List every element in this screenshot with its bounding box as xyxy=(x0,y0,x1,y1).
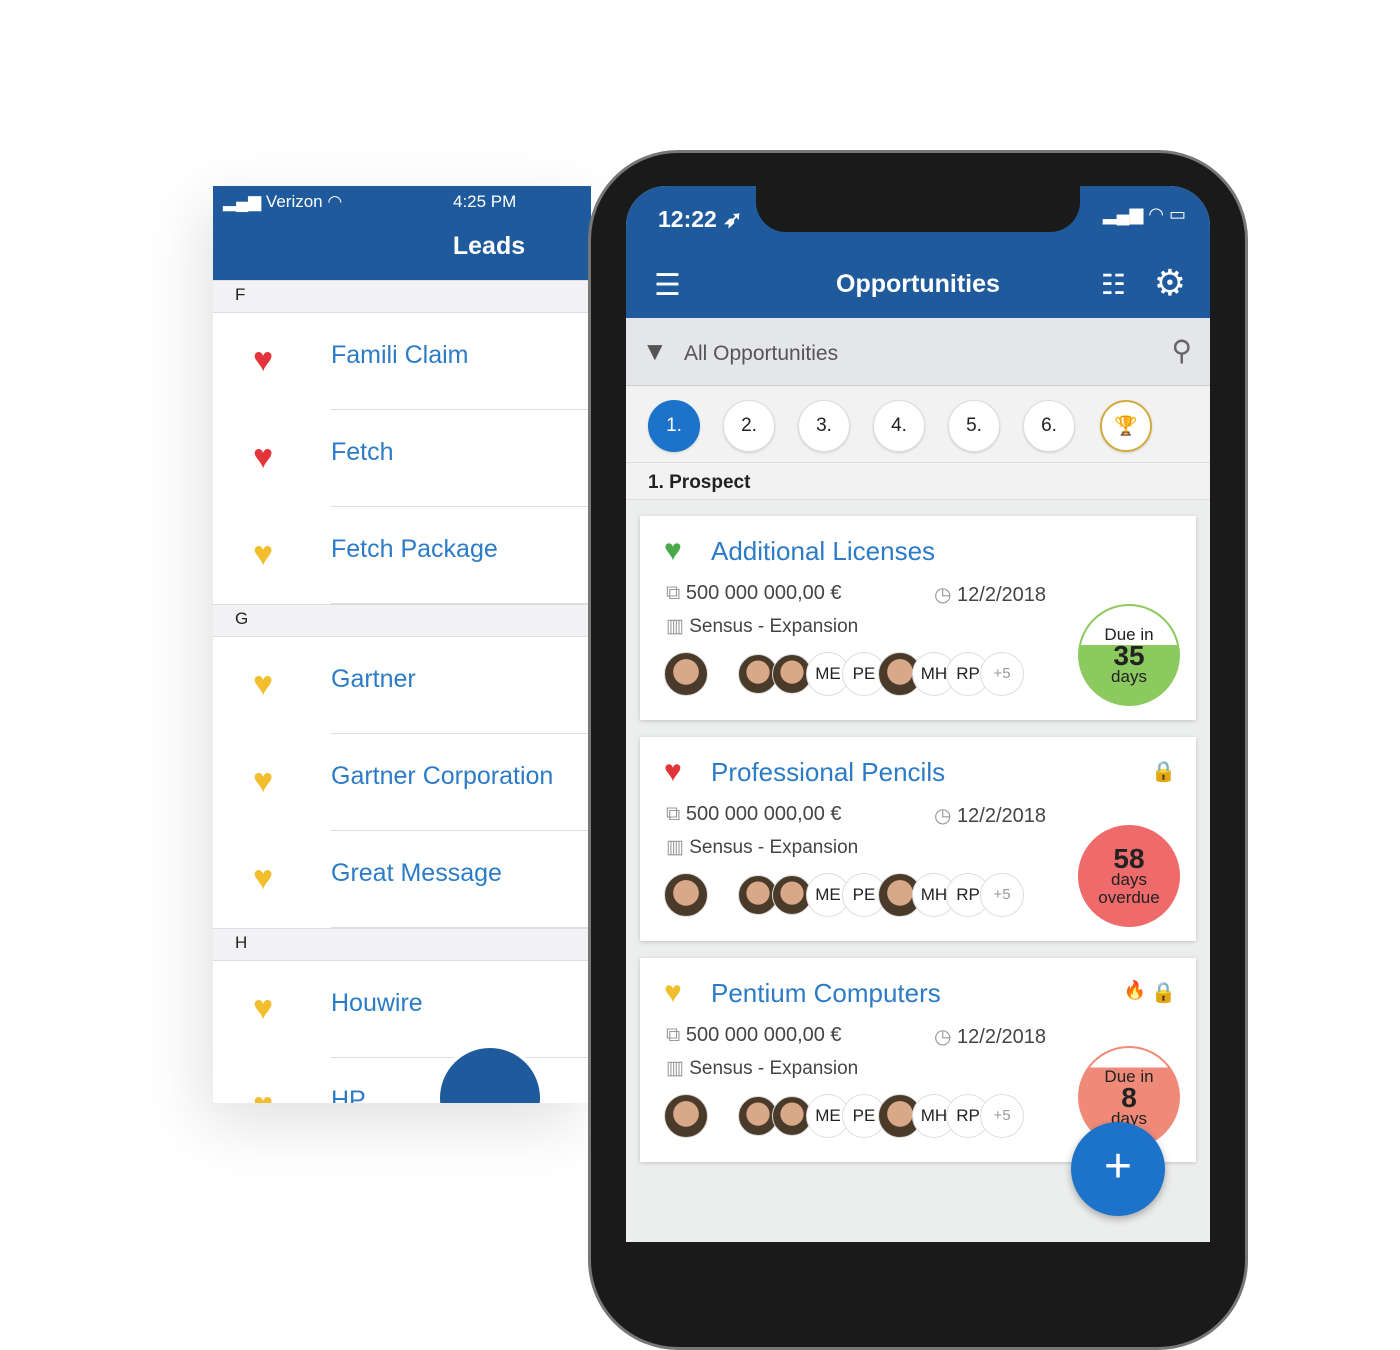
stage-1[interactable]: 1. xyxy=(648,400,700,452)
section-header: G xyxy=(213,604,591,637)
battery-signal-icons: ▂▄▆ ◠ ▭ xyxy=(1102,204,1186,224)
filter-bar[interactable]: ▼ All Opportunities ⚲ xyxy=(626,318,1210,386)
heart-pulse-icon: ♥ xyxy=(253,1086,273,1103)
heart-pulse-icon: ♥ xyxy=(253,341,274,379)
opportunity-card[interactable]: ♥ Professional Pencils 🔒 ⧉ 500 000 000,0… xyxy=(640,737,1196,941)
amount: 500 000 000,00 € xyxy=(685,803,842,825)
heart-pulse-icon: ♥ xyxy=(253,989,274,1027)
stage-5[interactable]: 5. xyxy=(948,400,1000,452)
badge-bottom: days xyxy=(1111,667,1147,686)
money-icon: ⧉ xyxy=(666,1024,686,1046)
heart-pulse-icon: ♥ xyxy=(253,535,274,573)
lead-name: Famili Claim xyxy=(331,341,469,369)
amount: 500 000 000,00 € xyxy=(685,1024,842,1046)
section-header: H xyxy=(213,928,591,961)
owner-avatar[interactable] xyxy=(664,1094,708,1138)
close-date: 12/2/2018 xyxy=(957,584,1046,606)
heart-pulse-icon: ♥ xyxy=(664,755,682,788)
status-time: 12:22 xyxy=(658,206,717,232)
stage-6[interactable]: 6. xyxy=(1023,400,1075,452)
opportunity-card[interactable]: ♥ Additional Licenses ⧉ 500 000 000,00 €… xyxy=(640,516,1196,720)
due-badge: Due in 35 days xyxy=(1078,604,1180,706)
close-date: 12/2/2018 xyxy=(957,805,1046,827)
team-avatar[interactable]: +5 xyxy=(980,652,1024,696)
stage-4[interactable]: 4. xyxy=(873,400,925,452)
company: Sensus - Expansion xyxy=(689,837,859,858)
heart-pulse-icon: ♥ xyxy=(253,762,274,800)
opportunity-title[interactable]: Professional Pencils xyxy=(711,757,945,788)
lead-name: Great Message xyxy=(331,859,502,887)
team-avatar[interactable]: +5 xyxy=(980,873,1024,917)
leads-header: ▂▄▆ Verizon ◠ 4:25 PM Leads xyxy=(213,186,591,280)
badge-number: 58 xyxy=(1113,843,1145,874)
badge-number: 35 xyxy=(1113,640,1145,671)
page-title: Leads xyxy=(452,232,526,260)
lead-item[interactable]: ♥ Houwire xyxy=(213,961,591,1058)
badge-bottom: days overdue xyxy=(1098,870,1160,907)
clock-icon: ◷ xyxy=(934,1026,958,1048)
heart-pulse-icon: ♥ xyxy=(253,438,274,476)
company: Sensus - Expansion xyxy=(689,616,859,637)
lock-icon: 🔒 xyxy=(1151,761,1176,783)
heart-pulse-icon: ♥ xyxy=(253,859,274,897)
building-icon: ▥ xyxy=(666,1058,690,1079)
carrier: Verizon xyxy=(265,192,323,211)
lead-item[interactable]: ♥ Great Message xyxy=(213,831,591,928)
lead-item[interactable]: ♥ Fetch Package xyxy=(213,507,591,604)
owner-avatar[interactable] xyxy=(664,873,708,917)
stage-selector: 1. 2. 3. 4. 5. 6. 🏆 xyxy=(626,386,1210,463)
lead-item[interactable]: ♥ Gartner xyxy=(213,637,591,734)
clock-icon: ◷ xyxy=(934,805,958,827)
company: Sensus - Expansion xyxy=(689,1058,859,1079)
amount: 500 000 000,00 € xyxy=(685,582,842,604)
badge-number: 8 xyxy=(1121,1082,1137,1113)
team-avatar[interactable]: +5 xyxy=(980,1094,1024,1138)
lead-name: Houwire xyxy=(331,989,423,1017)
lead-name: HP xyxy=(331,1086,366,1103)
location-icon: ➶ xyxy=(723,206,743,232)
lead-item[interactable]: ♥ Gartner Corporation xyxy=(213,734,591,831)
section-label: 1. Prospect xyxy=(626,463,1210,500)
clock-icon: ◷ xyxy=(934,584,958,606)
money-icon: ⧉ xyxy=(666,803,686,825)
signal-icon: ▂▄▆ xyxy=(223,192,266,211)
wifi-icon: ◠ xyxy=(327,192,343,211)
due-badge: 58 days overdue xyxy=(1078,825,1180,927)
search-icon[interactable]: ⚲ xyxy=(1171,334,1192,367)
add-opportunity-button[interactable]: + xyxy=(1071,1122,1165,1216)
fire-icon: 🔥 xyxy=(1123,980,1146,1000)
lead-name: Fetch Package xyxy=(331,535,498,563)
lead-name: Fetch xyxy=(331,438,394,466)
owner-avatar[interactable] xyxy=(664,652,708,696)
heart-pulse-icon: ♥ xyxy=(664,976,682,1009)
lead-name: Gartner xyxy=(331,665,416,693)
filter-icon[interactable]: ▼ xyxy=(642,336,668,367)
filter-label[interactable]: All Opportunities xyxy=(684,342,838,366)
lock-icon: 🔒 xyxy=(1151,982,1176,1004)
lead-name: Gartner Corporation xyxy=(331,762,554,790)
list-view-icon[interactable]: ☷ xyxy=(1101,268,1126,301)
notch xyxy=(756,180,1080,232)
opportunities-screen: 12:22 ➶ ▂▄▆ ◠ ▭ ☰ Opportunities ☷ ⚙ ▼ Al… xyxy=(626,186,1210,1242)
leads-screen: ▂▄▆ Verizon ◠ 4:25 PM Leads F ♥ Famili Clai… xyxy=(213,186,591,1103)
gear-icon[interactable]: ⚙ xyxy=(1154,262,1186,304)
heart-pulse-icon: ♥ xyxy=(664,534,682,567)
close-date: 12/2/2018 xyxy=(957,1026,1046,1048)
building-icon: ▥ xyxy=(666,616,690,637)
building-icon: ▥ xyxy=(666,837,690,858)
stage-2[interactable]: 2. xyxy=(723,400,775,452)
heart-pulse-icon: ♥ xyxy=(253,665,274,703)
money-icon: ⧉ xyxy=(666,582,686,604)
lead-item[interactable]: ♥ Famili Claim xyxy=(213,313,591,410)
section-header: F xyxy=(213,280,591,313)
trophy-stage[interactable]: 🏆 xyxy=(1100,400,1152,452)
lead-item[interactable]: ♥ Fetch xyxy=(213,410,591,507)
opportunity-title[interactable]: Pentium Computers xyxy=(711,978,941,1009)
stage-3[interactable]: 3. xyxy=(798,400,850,452)
status-time: 4:25 PM xyxy=(453,192,517,211)
opportunity-title[interactable]: Additional Licenses xyxy=(711,536,935,567)
